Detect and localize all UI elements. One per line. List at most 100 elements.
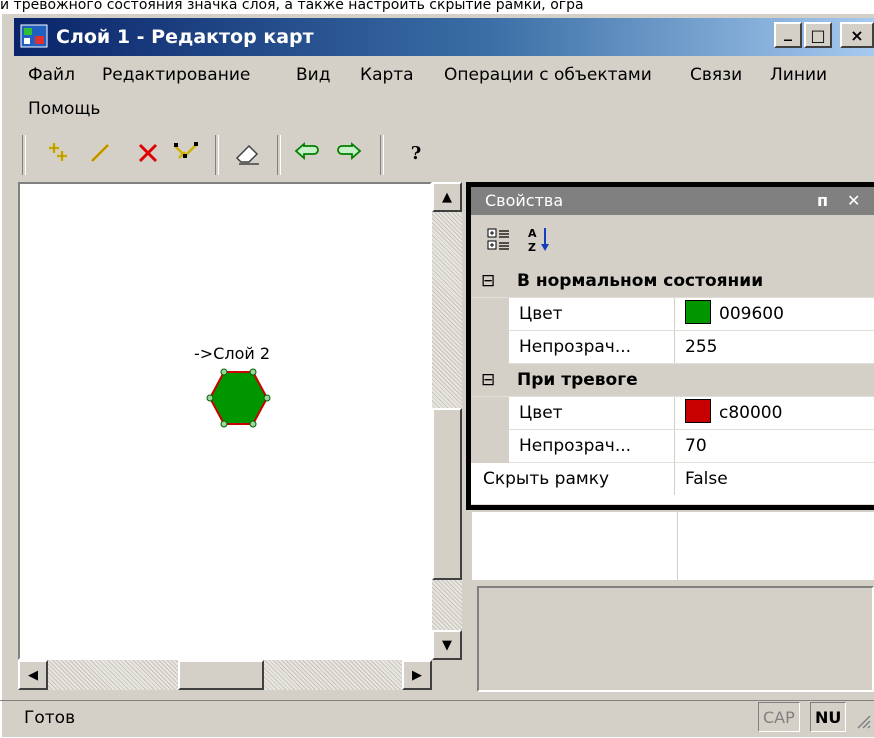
property-row-alarm-opacity[interactable]: Непрозрач... 70 — [471, 430, 874, 463]
property-name: Непрозрач... — [509, 331, 675, 363]
redo-button[interactable] — [332, 135, 364, 171]
window-title: Слой 1 - Редактор карт — [56, 26, 314, 48]
category-normal-state[interactable]: ⊟ В нормальном состоянии — [471, 265, 874, 298]
menu-file[interactable]: Файл — [28, 64, 75, 86]
property-row-normal-color[interactable]: Цвет 009600 — [471, 298, 874, 331]
undo-icon — [294, 142, 319, 160]
panel-close-icon[interactable]: ✕ — [847, 187, 860, 215]
collapse-icon[interactable]: ⊟ — [481, 364, 495, 396]
arrow-left-icon: ◀ — [28, 667, 38, 683]
draw-line-button[interactable] — [84, 135, 116, 171]
properties-title: Свойства — [485, 191, 564, 210]
property-value[interactable]: 70 — [675, 430, 874, 462]
menu-bar: Файл Редактирование Вид Карта Операции с… — [14, 58, 874, 128]
minimize-button[interactable]: _ — [774, 22, 802, 48]
pin-icon[interactable]: ᴨ — [817, 187, 828, 215]
property-value[interactable]: 009600 — [675, 298, 874, 330]
close-icon: × — [850, 25, 864, 45]
help-icon: ? — [410, 142, 422, 164]
add-point-button[interactable] — [44, 135, 76, 171]
collapse-icon[interactable]: ⊟ — [481, 265, 495, 297]
num-lock-indicator: NU — [810, 702, 847, 732]
category-label: При тревоге — [517, 370, 638, 390]
property-value[interactable]: False — [675, 463, 874, 495]
properties-header: Свойства ᴨ ✕ — [471, 187, 874, 215]
edit-nodes-button[interactable] — [170, 135, 202, 171]
menu-view[interactable]: Вид — [296, 64, 330, 86]
categorized-view-icon[interactable] — [487, 227, 511, 253]
horizontal-scrollbar[interactable]: ◀ ▶ — [18, 660, 432, 690]
layer-hexagon-marker[interactable] — [206, 368, 272, 428]
vertical-scroll-thumb[interactable] — [432, 408, 462, 580]
row-gutter — [471, 298, 509, 331]
maximize-button[interactable]: □ — [804, 22, 832, 48]
menu-help[interactable]: Помощь — [28, 98, 100, 120]
edit-nodes-icon — [174, 142, 198, 159]
vertical-scrollbar[interactable]: ▲ ▼ — [432, 182, 462, 660]
property-name: Цвет — [509, 397, 675, 429]
menu-links[interactable]: Связи — [690, 64, 742, 86]
status-text: Готов — [24, 708, 76, 728]
draw-line-icon — [90, 143, 110, 163]
alphabetical-sort-icon[interactable]: A Z — [527, 225, 553, 255]
add-point-icon — [49, 143, 67, 161]
category-alarm-state[interactable]: ⊟ При тревоге — [471, 364, 874, 397]
scroll-corner — [432, 660, 462, 690]
caps-lock-indicator: CAP — [758, 702, 800, 732]
delete-icon — [138, 143, 158, 163]
property-name: Непрозрач... — [509, 430, 675, 462]
document-text-fragment: и тревожного состояния значка слоя, а та… — [0, 0, 584, 13]
property-description-box — [477, 586, 874, 692]
arrow-up-icon: ▲ — [442, 189, 452, 205]
properties-empty-area — [472, 512, 874, 580]
color-value-text: c80000 — [719, 403, 783, 423]
color-swatch — [685, 300, 711, 324]
column-divider — [677, 512, 678, 580]
row-gutter — [471, 397, 509, 430]
toolbar-grip — [22, 135, 26, 175]
menu-edit[interactable]: Редактирование — [102, 64, 250, 86]
property-row-hide-frame[interactable]: Скрыть рамку False — [471, 463, 874, 505]
toolbar-separator — [380, 135, 384, 175]
eraser-icon — [235, 144, 259, 165]
property-value[interactable]: 255 — [675, 331, 874, 363]
toolbar-separator — [277, 135, 281, 175]
property-row-alarm-color[interactable]: Цвет c80000 — [471, 397, 874, 430]
category-label: В нормальном состоянии — [517, 271, 764, 291]
scroll-right-button[interactable]: ▶ — [402, 660, 432, 690]
layer-link-label: ->Слой 2 — [194, 344, 271, 363]
status-bar — [0, 700, 874, 738]
menu-map[interactable]: Карта — [360, 64, 414, 86]
svg-text:A: A — [528, 227, 537, 240]
row-gutter — [471, 430, 509, 463]
color-swatch — [685, 399, 711, 423]
minimize-icon: _ — [784, 21, 792, 41]
property-row-normal-opacity[interactable]: Непрозрач... 255 — [471, 331, 874, 364]
resize-grip-icon[interactable] — [852, 710, 872, 732]
properties-toolbar: A Z — [471, 215, 874, 265]
property-name: Цвет — [509, 298, 675, 330]
color-value-text: 009600 — [719, 304, 784, 324]
property-value[interactable]: c80000 — [675, 397, 874, 429]
undo-button[interactable] — [292, 135, 324, 171]
horizontal-scroll-thumb[interactable] — [178, 660, 264, 690]
redo-icon — [337, 142, 362, 160]
arrow-down-icon: ▼ — [442, 637, 452, 653]
menu-object-operations[interactable]: Операции с объектами — [444, 64, 652, 86]
close-button[interactable]: × — [840, 22, 874, 48]
maximize-icon: □ — [810, 25, 826, 45]
arrow-right-icon: ▶ — [412, 667, 422, 683]
help-button[interactable]: ? — [400, 135, 432, 171]
map-editor-app-icon — [20, 24, 48, 48]
map-canvas[interactable]: ->Слой 2 — [18, 182, 432, 660]
menu-lines[interactable]: Линии — [770, 64, 827, 86]
scroll-left-button[interactable]: ◀ — [18, 660, 48, 690]
delete-button[interactable] — [132, 135, 164, 171]
scroll-down-button[interactable]: ▼ — [432, 630, 462, 660]
toolbar-separator — [215, 135, 219, 175]
scroll-up-button[interactable]: ▲ — [432, 182, 462, 212]
svg-text:Z: Z — [528, 241, 536, 254]
row-gutter — [471, 331, 509, 364]
property-name: Скрыть рамку — [471, 463, 675, 495]
eraser-button[interactable] — [232, 135, 264, 171]
